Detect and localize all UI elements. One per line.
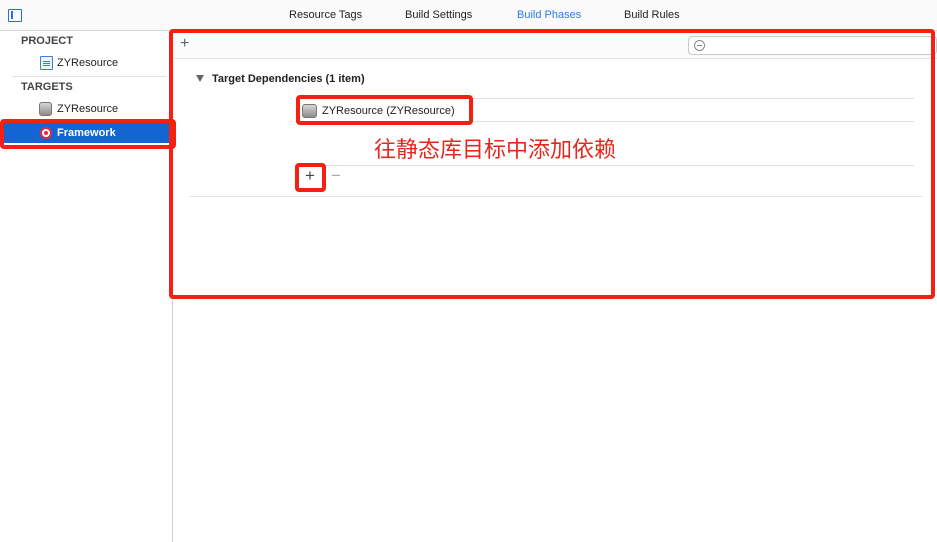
sidebar-toggle-icon[interactable] (8, 9, 22, 22)
tab-build-phases[interactable]: Build Phases (517, 9, 581, 21)
static-library-target-icon (40, 127, 52, 139)
tab-build-settings[interactable]: Build Settings (405, 9, 472, 21)
sidebar-divider (12, 76, 166, 77)
build-phases-editor: + Target Dependencies (1 item) ZYResourc… (174, 31, 937, 542)
phase-section-divider (190, 196, 922, 197)
sidebar-item-label: ZYResource (57, 57, 119, 69)
dependency-list-top-divider (296, 98, 914, 99)
editor-tab-bar: Resource Tags Build Settings Build Phase… (0, 0, 937, 31)
add-dependency-button[interactable]: + (305, 167, 315, 184)
tab-resource-tags[interactable]: Resource Tags (289, 9, 362, 21)
sidebar-item-target-zyresource[interactable]: ZYResource (0, 99, 173, 119)
dependency-row-divider (296, 121, 914, 122)
tab-build-rules[interactable]: Build Rules (624, 9, 680, 21)
search-icon (694, 40, 705, 51)
phase-filter-bar: + (174, 31, 937, 59)
sidebar-item-project[interactable]: ZYResource (0, 53, 173, 73)
sidebar-item-target-framework[interactable]: Framework (0, 123, 173, 143)
bundle-target-icon (39, 102, 52, 116)
target-dependencies-title: Target Dependencies (1 item) (212, 73, 365, 85)
add-build-phase-icon[interactable]: + (180, 35, 189, 53)
bundle-target-icon (302, 104, 317, 118)
filter-search-field[interactable] (688, 36, 937, 55)
remove-dependency-button[interactable]: − (331, 167, 341, 184)
project-section-header: PROJECT (21, 35, 73, 47)
xcode-project-editor: Resource Tags Build Settings Build Phase… (0, 0, 937, 542)
sidebar-item-label: ZYResource (57, 103, 119, 115)
project-navigator-sidebar: PROJECT ZYResource TARGETS ZYResource Fr… (0, 31, 173, 542)
dependency-list-bottom-divider (296, 165, 914, 166)
disclosure-triangle-icon[interactable] (196, 75, 204, 82)
targets-section-header: TARGETS (21, 81, 73, 93)
sidebar-item-label: Framework (57, 127, 116, 139)
project-file-icon (40, 56, 53, 70)
dependency-label: ZYResource (ZYResource) (322, 105, 455, 117)
annotation-text: 往静态库目标中添加依赖 (374, 137, 617, 162)
